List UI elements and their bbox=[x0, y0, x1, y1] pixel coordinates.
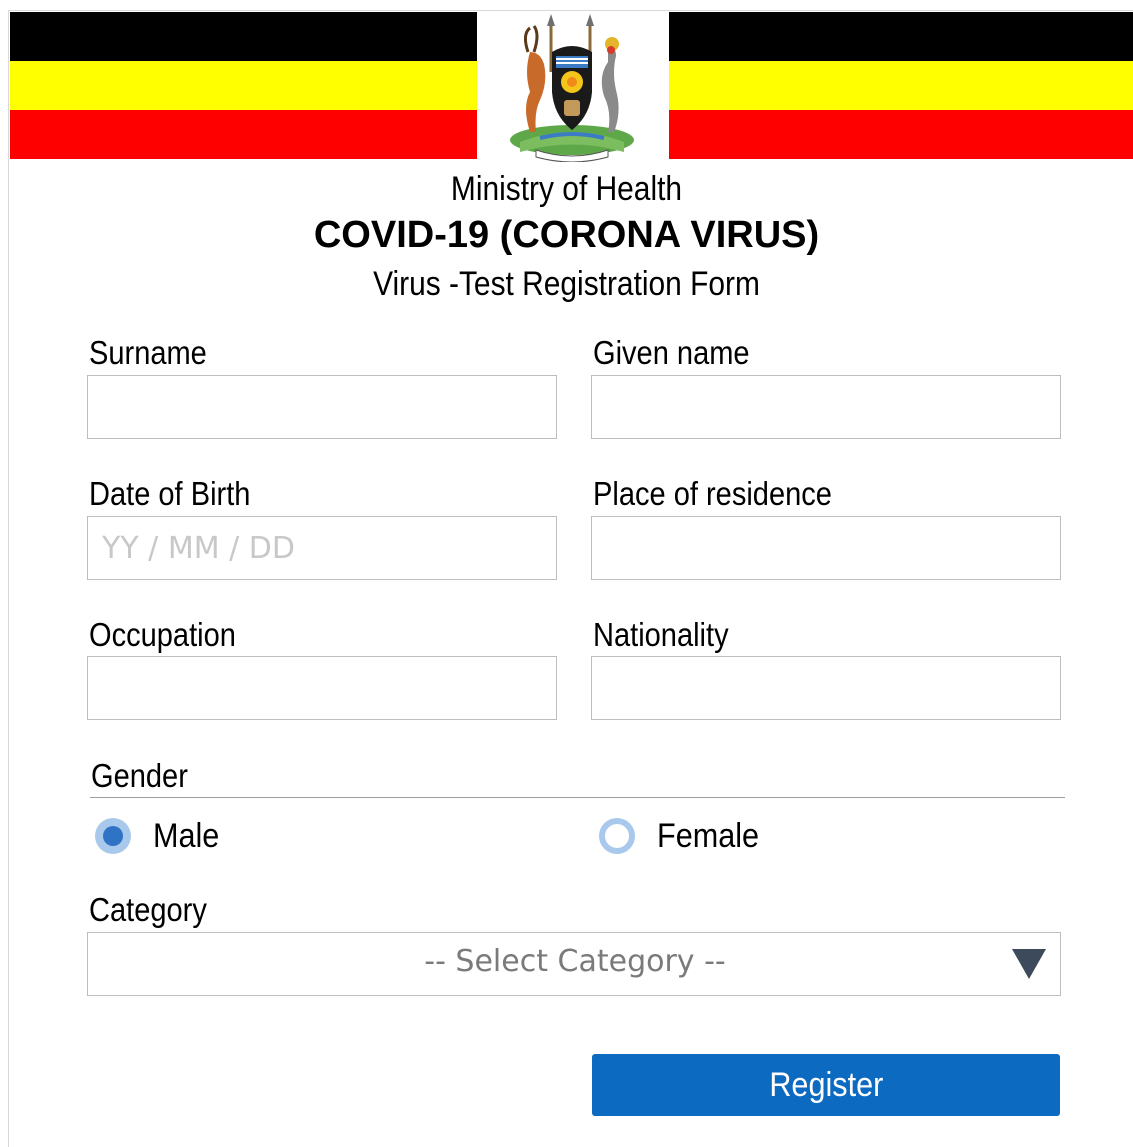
surname-label: Surname bbox=[89, 334, 207, 371]
nationality-label: Nationality bbox=[593, 616, 729, 653]
gender-option-male[interactable]: Male bbox=[95, 812, 227, 860]
flag-right bbox=[669, 12, 1133, 159]
surname-input[interactable] bbox=[87, 375, 557, 439]
flag-band-black bbox=[10, 12, 477, 61]
given-name-label: Given name bbox=[593, 334, 750, 371]
flag-band-black bbox=[669, 12, 1133, 61]
female-label: Female bbox=[657, 816, 760, 855]
dob-label: Date of Birth bbox=[89, 475, 251, 512]
radio-dot bbox=[103, 826, 123, 846]
category-label: Category bbox=[89, 891, 207, 928]
occupation-input[interactable] bbox=[87, 656, 557, 720]
register-button[interactable]: Register bbox=[592, 1054, 1060, 1116]
flag-band-red bbox=[669, 110, 1133, 159]
dropdown-arrow-icon[interactable] bbox=[1012, 949, 1046, 979]
given-name-input[interactable] bbox=[591, 375, 1061, 439]
male-label: Male bbox=[153, 816, 220, 855]
register-button-label: Register bbox=[769, 1065, 883, 1104]
occupation-label: Occupation bbox=[89, 616, 236, 653]
dob-input[interactable] bbox=[87, 516, 557, 580]
gender-label: Gender bbox=[91, 757, 188, 794]
coat-of-arms-logo bbox=[510, 14, 634, 162]
flag-band-yellow bbox=[669, 61, 1133, 110]
form-subtitle: Virus -Test Registration Form bbox=[373, 265, 760, 303]
page-title: COVID-19 (CORONA VIRUS) bbox=[313, 214, 820, 256]
flag-left bbox=[10, 12, 477, 159]
flag-band-yellow bbox=[10, 61, 477, 110]
category-selected-value: -- Select Category -- bbox=[424, 944, 726, 979]
gender-option-female[interactable]: Female bbox=[599, 812, 770, 860]
nationality-input[interactable] bbox=[591, 656, 1061, 720]
flag-band-red bbox=[10, 110, 477, 159]
male-radio[interactable] bbox=[95, 818, 131, 854]
gender-divider bbox=[90, 797, 1065, 798]
female-radio[interactable] bbox=[599, 818, 635, 854]
residence-input[interactable] bbox=[591, 516, 1061, 580]
residence-label: Place of residence bbox=[593, 475, 832, 512]
ministry-heading: Ministry of Health bbox=[450, 170, 683, 208]
category-select[interactable]: -- Select Category -- bbox=[87, 932, 1061, 996]
